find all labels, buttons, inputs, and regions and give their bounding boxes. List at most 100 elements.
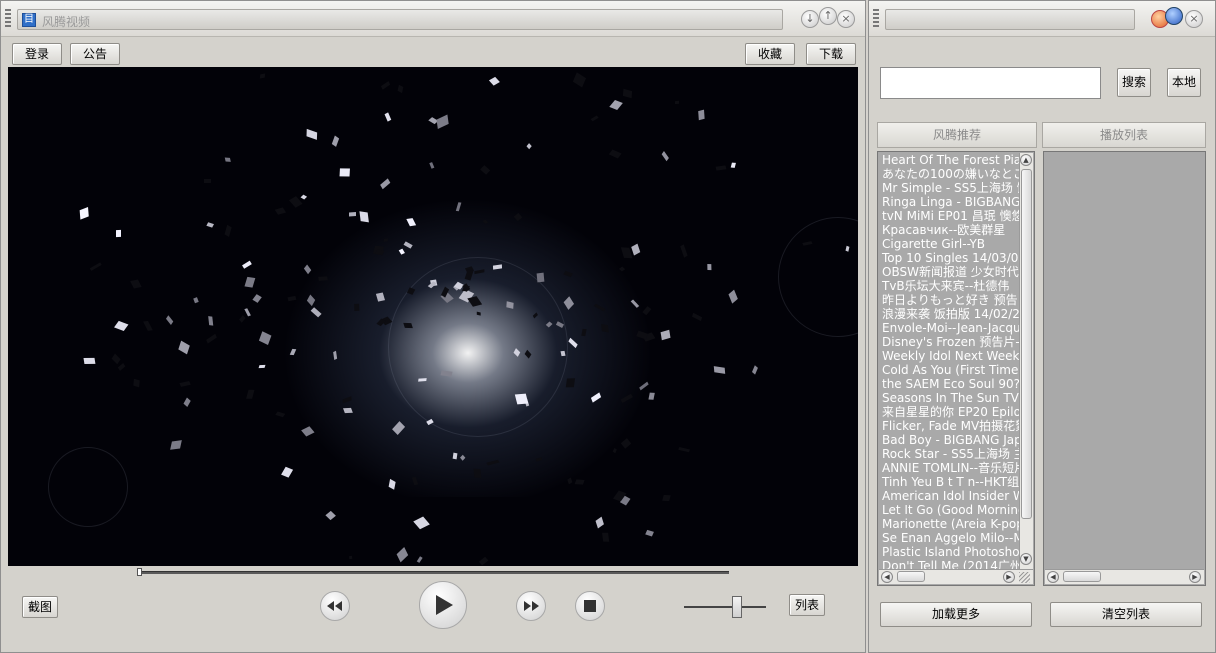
scroll-left-icon[interactable]: ◀ [881, 571, 893, 583]
restore-icon[interactable]: ↑ [819, 7, 837, 25]
minimize-icon[interactable]: ↓ [801, 10, 819, 28]
stop-button[interactable] [575, 591, 605, 621]
video-shard [661, 151, 669, 162]
video-shard [353, 303, 360, 312]
volume-track[interactable] [684, 606, 766, 608]
video-shard [706, 264, 712, 271]
favorite-button[interactable]: 收藏 [745, 43, 795, 65]
list-item[interactable]: Cigarette Girl--YB [879, 237, 1019, 251]
list-item[interactable]: Disney's Frozen 预告片--影 [879, 335, 1019, 349]
list-item[interactable]: Cold As You (First Time L [879, 363, 1019, 377]
play-button[interactable] [419, 581, 467, 629]
video-shard [90, 262, 102, 271]
list-item[interactable]: the SAEM Eco Soul 90? M [879, 377, 1019, 391]
video-shard [713, 366, 726, 375]
color-theme-icon[interactable] [1165, 7, 1183, 25]
video-shard [526, 143, 532, 150]
list-item[interactable]: あなたの100の嫌いなところ [879, 167, 1019, 181]
scroll-up-icon[interactable]: ▲ [1020, 154, 1032, 166]
scroll-right-icon[interactable]: ▶ [1189, 571, 1201, 583]
fast-forward-button[interactable] [516, 591, 546, 621]
list-item[interactable]: Mr Simple - SS5上海场 饭拍 [879, 181, 1019, 195]
list-item[interactable]: ANNIE TOMLIN--音乐短片 [879, 461, 1019, 475]
list-item[interactable]: Envole-Moi--Jean-Jacques [879, 321, 1019, 335]
search-input[interactable] [880, 67, 1101, 99]
screenshot-button[interactable]: 截图 [22, 596, 58, 618]
playlist-horizontal-scrollbar[interactable]: ◀ ▶ [1045, 569, 1204, 584]
recommend-vertical-scrollbar[interactable]: ▲ ▼ [1019, 153, 1033, 569]
tab-recommend[interactable]: 风腾推荐 [877, 122, 1037, 148]
list-item[interactable]: Seasons In The Sun TVB [879, 391, 1019, 405]
list-item[interactable]: Top 10 Singles 14/03/08 [879, 251, 1019, 265]
resize-grip-icon[interactable] [1019, 572, 1030, 583]
drag-grip-icon[interactable] [5, 9, 11, 29]
list-item[interactable]: 来自星星的你 EP20 Epilo [879, 405, 1019, 419]
video-shard [332, 350, 337, 361]
scroll-left-icon[interactable]: ◀ [1047, 571, 1059, 583]
video-lens-ring [778, 217, 858, 337]
scroll-down-icon[interactable]: ▼ [1020, 553, 1032, 565]
playlist-panel[interactable] [1043, 151, 1206, 586]
video-shard [622, 88, 633, 99]
search-button[interactable]: 搜索 [1117, 68, 1151, 97]
recommend-horizontal-scrollbar[interactable]: ◀ ▶ [879, 569, 1033, 584]
list-item[interactable]: Ringa Linga - BIGBANG Japan [879, 195, 1019, 209]
video-shard [648, 392, 654, 400]
list-item[interactable]: 昨日よりもっと好き 预告 [879, 293, 1019, 307]
side-title-bar[interactable]: × [869, 1, 1215, 37]
load-more-button[interactable]: 加载更多 [880, 602, 1032, 627]
list-item[interactable]: Don't Tell Me (2014广州 [879, 559, 1019, 569]
recommend-vscroll-thumb[interactable] [1021, 169, 1032, 519]
video-shard [133, 378, 141, 388]
video-shard [331, 135, 339, 147]
scroll-right-icon[interactable]: ▶ [1003, 571, 1015, 583]
list-item[interactable]: Se Enan Aggelo Milo--Mid [879, 531, 1019, 545]
playlist-hscroll-thumb[interactable] [1063, 571, 1101, 582]
video-shard [661, 494, 671, 501]
download-button[interactable]: 下载 [806, 43, 856, 65]
close-icon[interactable]: × [837, 10, 855, 28]
list-item[interactable]: Tinh Yeu B t T n--HKT组 [879, 475, 1019, 489]
list-item[interactable]: Let It Go (Good Morning [879, 503, 1019, 517]
clear-list-button[interactable]: 清空列表 [1050, 602, 1202, 627]
login-button[interactable]: 登录 [12, 43, 62, 65]
list-item[interactable]: Marionette (Areia K-pop [879, 517, 1019, 531]
list-item[interactable]: Heart Of The Forest Piano [879, 153, 1019, 167]
list-item[interactable]: Plastic Island Photoshoot [879, 545, 1019, 559]
close-icon[interactable]: × [1185, 10, 1203, 28]
list-item[interactable]: OBSW新闻报道 少女时代 [879, 265, 1019, 279]
player-title-bar[interactable]: 目 风腾视频 ↓ ↑ × [1, 1, 865, 37]
video-shard [428, 161, 435, 170]
seek-handle[interactable] [137, 568, 142, 576]
tab-playlist[interactable]: 播放列表 [1042, 122, 1206, 148]
rewind-button[interactable] [320, 591, 350, 621]
video-shard [113, 320, 128, 331]
drag-grip-icon[interactable] [873, 9, 879, 29]
video-shard [489, 76, 501, 86]
list-item[interactable]: Rock Star - SS5上海场 主 [879, 447, 1019, 461]
list-item[interactable]: American Idol Insider We [879, 489, 1019, 503]
video-shard [170, 440, 182, 451]
volume-slider-handle[interactable] [732, 596, 742, 618]
notice-button[interactable]: 公告 [70, 43, 120, 65]
video-shard [565, 379, 575, 388]
video-shard [166, 314, 174, 325]
list-item[interactable]: 浪漫来袭 饭拍版 14/02/2 [879, 307, 1019, 321]
video-shard [242, 260, 253, 269]
list-item[interactable]: TvB乐坛大来宾--杜德伟 [879, 279, 1019, 293]
list-item[interactable]: Красавчик--欧美群星 [879, 223, 1019, 237]
video-canvas[interactable] [8, 67, 858, 566]
list-item[interactable]: tvN MiMi EP01 昌珉 懊悠演 [879, 209, 1019, 223]
recommend-list[interactable]: Heart Of The Forest Pianoあなたの100の嫌いなところM… [879, 153, 1019, 569]
list-item[interactable]: Bad Boy - BIGBANG Japan [879, 433, 1019, 447]
seek-bar[interactable] [137, 571, 729, 574]
playlist-toggle-button[interactable]: 列表 [789, 594, 825, 616]
list-item[interactable]: Weekly Idol Next Week I [879, 349, 1019, 363]
local-button[interactable]: 本地 [1167, 68, 1201, 97]
video-shard [590, 115, 599, 123]
video-shard [608, 149, 622, 159]
video-shard [342, 408, 353, 414]
recommend-hscroll-thumb[interactable] [897, 571, 925, 582]
list-item[interactable]: Flicker, Fade MV拍摄花絮 [879, 419, 1019, 433]
video-shard [178, 340, 191, 355]
